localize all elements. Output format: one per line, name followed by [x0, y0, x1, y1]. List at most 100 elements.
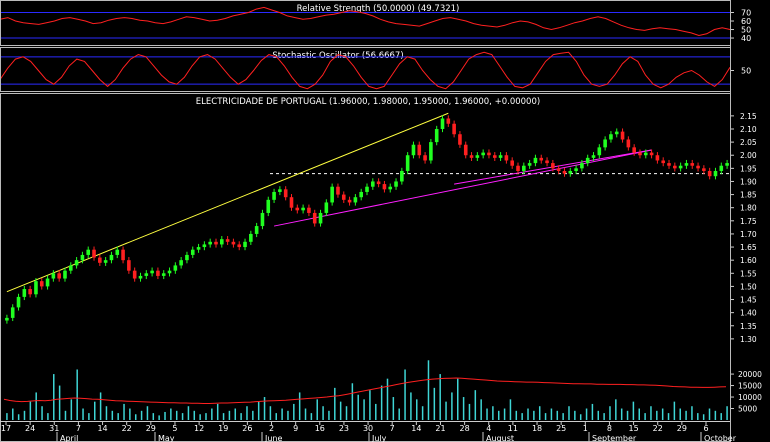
candle-body-6 — [39, 281, 44, 287]
candle-body-13 — [80, 254, 85, 261]
candle-body-27 — [161, 273, 166, 276]
price-tick-label-12: 1.55 — [740, 269, 757, 278]
candle-body-117 — [684, 163, 689, 166]
candle-body-54 — [318, 212, 323, 224]
candle-body-1 — [10, 307, 15, 318]
candle-body-14 — [86, 249, 91, 255]
candle-body-89 — [522, 165, 526, 171]
candle-body-35 — [208, 241, 212, 245]
candle-body-11 — [68, 265, 73, 271]
candle-body-118 — [690, 163, 695, 166]
candle-body-68 — [400, 170, 404, 182]
x-tick-label-24: 1 — [583, 424, 588, 433]
candle-body-72 — [423, 155, 427, 161]
x-tick-label-10: 26 — [242, 424, 252, 433]
candle-body-94 — [551, 163, 555, 169]
x-tick-label-2: 31 — [49, 424, 59, 433]
candle-body-15 — [92, 249, 96, 258]
candle-body-102 — [597, 147, 602, 156]
month-label-4: August — [486, 434, 514, 442]
volume-tick-label-2: 10000 — [738, 393, 762, 402]
x-tick-label-14: 23 — [339, 424, 349, 433]
x-tick-label-17: 14 — [411, 424, 421, 433]
x-tick-label-16: 7 — [390, 424, 395, 433]
price-tick-label-0: 2.15 — [740, 112, 757, 121]
price-tick-label-13: 1.50 — [740, 282, 757, 291]
x-tick-label-8: 12 — [194, 424, 204, 433]
candle-body-70 — [411, 144, 416, 156]
candle-body-65 — [382, 184, 387, 190]
price-tick-label-14: 1.45 — [740, 296, 757, 305]
candle-body-43 — [254, 226, 259, 234]
month-label-5: September — [592, 434, 637, 442]
candle-body-62 — [365, 186, 369, 192]
candle-body-67 — [394, 181, 398, 187]
x-tick-label-3: 7 — [76, 424, 81, 433]
candle-body-86 — [504, 155, 509, 161]
candle-body-49 — [289, 197, 294, 208]
candle-body-105 — [614, 131, 619, 135]
candle-body-45 — [266, 199, 271, 213]
candle-body-99 — [580, 163, 584, 169]
x-tick-label-27: 22 — [653, 424, 663, 433]
x-tick-label-1: 24 — [25, 424, 35, 433]
price-tick-label-15: 1.40 — [740, 309, 757, 318]
candle-body-84 — [492, 155, 497, 158]
candle-body-75 — [440, 118, 445, 129]
x-tick-label-13: 16 — [315, 424, 325, 433]
candle-body-115 — [673, 165, 677, 169]
candle-body-113 — [661, 160, 666, 164]
candle-body-79 — [463, 144, 468, 156]
candle-body-48 — [283, 189, 288, 198]
candle-body-17 — [103, 260, 108, 263]
candle-body-112 — [655, 155, 660, 161]
price-tick-label-6: 1.85 — [740, 191, 757, 200]
candle-body-50 — [295, 207, 300, 211]
month-label-3: July — [371, 434, 387, 442]
x-tick-label-28: 29 — [677, 424, 687, 433]
candle-body-7 — [45, 278, 50, 287]
candle-body-51 — [301, 207, 305, 211]
candle-body-28 — [167, 270, 172, 274]
month-label-0: April — [60, 434, 78, 442]
candle-body-57 — [336, 186, 340, 195]
x-tick-label-26: 15 — [628, 424, 638, 433]
rsi-tick-label-3: 40 — [741, 34, 751, 43]
candle-body-19 — [115, 249, 120, 255]
candle-body-69 — [405, 155, 410, 171]
candle-body-88 — [516, 165, 520, 171]
price-tick-label-5: 1.90 — [740, 177, 757, 186]
price-tick-label-8: 1.75 — [740, 217, 757, 226]
candle-body-5 — [34, 281, 38, 295]
candle-body-59 — [347, 199, 352, 203]
price-tick-label-3: 2.00 — [740, 151, 757, 160]
candle-body-52 — [307, 207, 311, 213]
candle-body-40 — [237, 244, 242, 248]
x-tick-label-25: 8 — [607, 424, 612, 433]
candle-body-76 — [446, 118, 451, 124]
candle-body-103 — [603, 139, 607, 148]
candle-body-30 — [179, 260, 183, 266]
candle-body-3 — [22, 289, 27, 297]
candle-body-16 — [98, 257, 102, 263]
x-tick-label-4: 14 — [97, 424, 107, 433]
candle-body-92 — [539, 157, 544, 161]
candle-body-98 — [574, 168, 578, 171]
candle-body-39 — [231, 241, 236, 245]
x-tick-label-19: 28 — [460, 424, 470, 433]
price-tick-label-10: 1.65 — [740, 243, 757, 252]
month-label-2: June — [264, 434, 283, 442]
candle-body-32 — [190, 249, 195, 255]
candle-body-81 — [475, 155, 480, 158]
candle-body-4 — [28, 289, 32, 295]
x-tick-label-6: 29 — [146, 424, 156, 433]
x-tick-label-21: 11 — [508, 424, 518, 433]
candle-body-71 — [417, 144, 422, 156]
candle-body-100 — [585, 157, 590, 164]
volume-tick-label-1: 15000 — [738, 382, 762, 391]
candle-body-90 — [527, 163, 532, 166]
candle-body-80 — [469, 155, 474, 158]
candle-body-8 — [51, 273, 56, 279]
x-tick-label-7: 5 — [172, 424, 177, 433]
candle-body-34 — [202, 244, 207, 248]
